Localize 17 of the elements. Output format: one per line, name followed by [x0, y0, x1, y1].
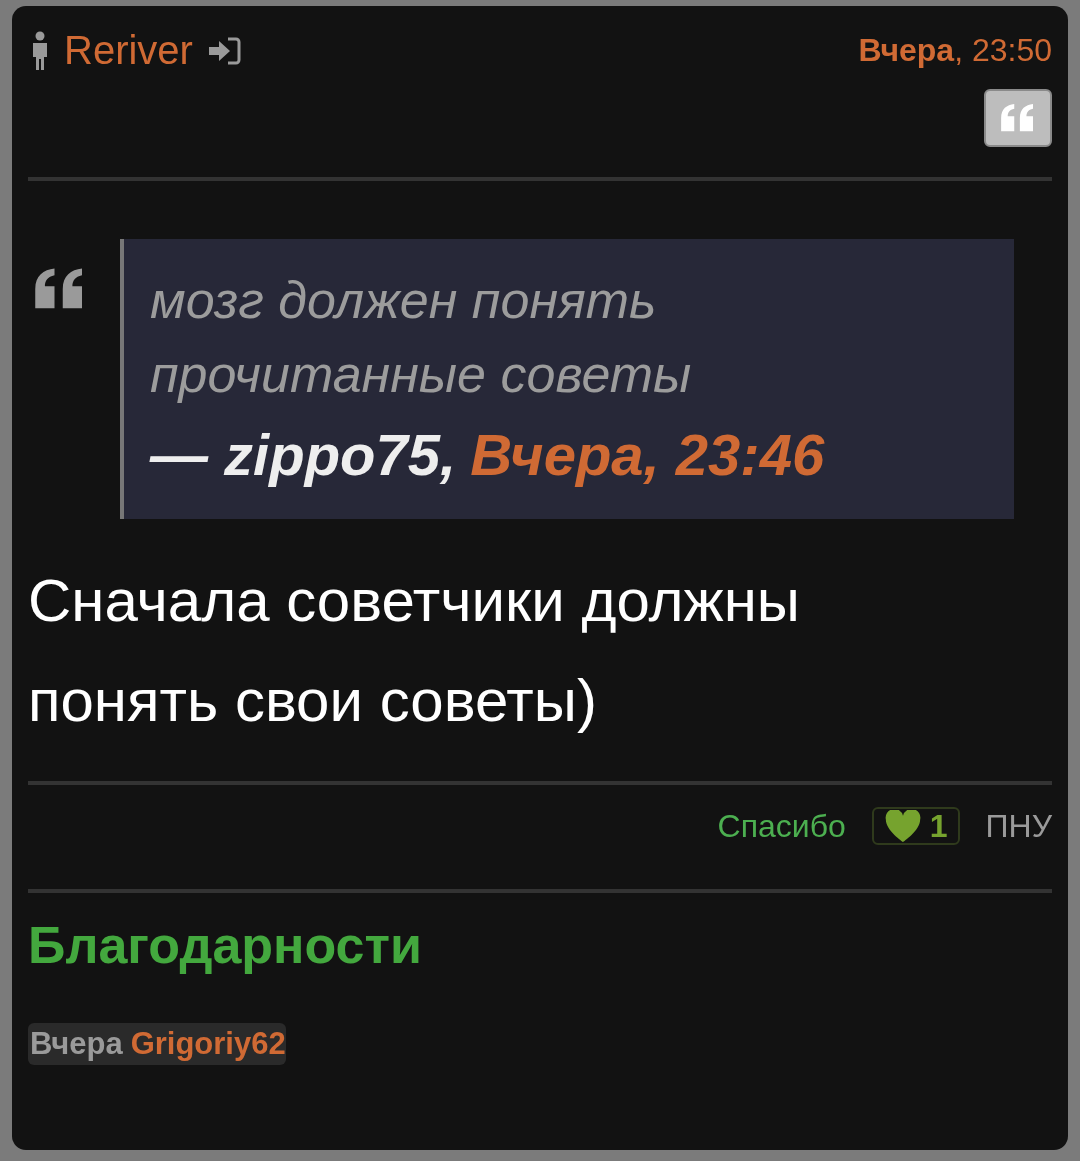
message-text: Сначала советчики должны понять свои советы)	[28, 566, 801, 736]
like-count: 1	[929, 807, 948, 845]
post-time[interactable]: Вчера, 23:50	[858, 32, 1052, 69]
report-link[interactable]: ПНУ	[985, 807, 1052, 845]
person-icon	[30, 29, 50, 72]
like-counter[interactable]: 1	[871, 807, 960, 845]
heart-icon	[883, 810, 922, 842]
login-icon[interactable]	[206, 36, 241, 65]
thanks-date: Вчера	[30, 1026, 123, 1061]
quote-button[interactable]	[984, 89, 1052, 147]
thanks-user-link[interactable]: Grigoriy62	[130, 1026, 286, 1061]
author-link[interactable]: Reriver	[64, 28, 193, 73]
quote-text: мозг должен понять прочитанные советы	[150, 270, 693, 405]
quote-author: — zippo75,	[150, 422, 457, 487]
quote-date-link[interactable]: Вчера, 23:46	[470, 422, 825, 487]
thanks-link[interactable]: Спасибо	[717, 807, 846, 845]
thanks-heading: Благодарности	[28, 915, 423, 975]
